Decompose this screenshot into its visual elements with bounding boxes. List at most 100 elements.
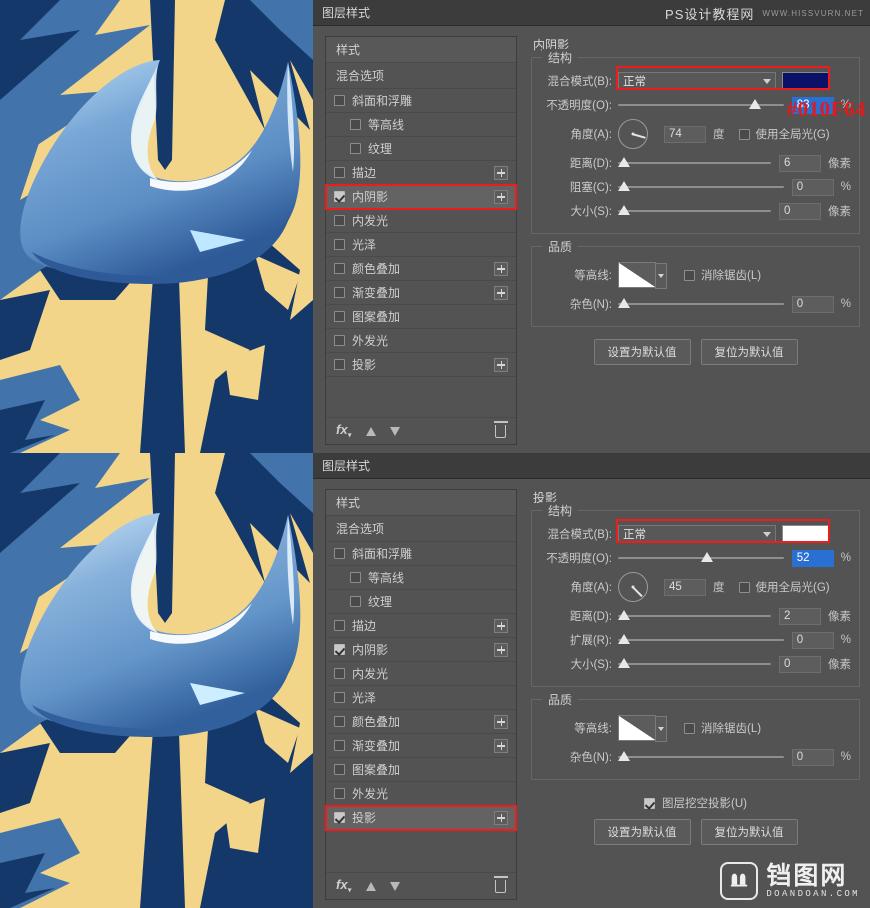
checkbox-pattern-overlay[interactable] [334, 311, 345, 322]
style-item-color-overlay[interactable]: 颜色叠加 [326, 257, 516, 281]
style-item-contour[interactable]: 等高线 [326, 113, 516, 137]
slider-thumb[interactable] [618, 157, 630, 167]
checkbox-texture[interactable] [350, 143, 361, 154]
style-item-texture[interactable]: 纹理 [326, 137, 516, 161]
style-item-satin[interactable]: 光泽 [326, 686, 516, 710]
style-item-drop-shadow[interactable]: 投影 [325, 805, 517, 831]
slider-thumb[interactable] [618, 205, 630, 215]
checkbox-satin[interactable] [334, 692, 345, 703]
slider-thumb[interactable] [700, 552, 713, 562]
distance-slider[interactable] [618, 154, 771, 172]
slider-thumb[interactable] [618, 181, 630, 191]
add-icon[interactable] [494, 738, 508, 753]
style-item-stroke[interactable]: 描边 [326, 614, 516, 638]
style-item-inner-shadow[interactable]: 内阴影 [326, 638, 516, 662]
style-item-satin[interactable]: 光泽 [326, 233, 516, 257]
checkbox-pattern-overlay[interactable] [334, 764, 345, 775]
add-icon[interactable] [494, 189, 508, 204]
add-icon[interactable] [494, 285, 508, 300]
checkbox-satin[interactable] [334, 239, 345, 250]
fx-icon[interactable]: fx▾ [336, 877, 352, 895]
style-item-gradient-overlay[interactable]: 渐变叠加 [326, 281, 516, 305]
opacity-slider[interactable] [618, 96, 784, 114]
shadow-color-swatch[interactable] [782, 525, 830, 543]
use-global-light-row[interactable]: 使用全局光(G) [738, 579, 830, 595]
noise-slider[interactable] [618, 748, 784, 766]
move-up-icon[interactable] [365, 426, 376, 436]
noise-input[interactable]: 0 [791, 295, 834, 313]
style-item-inner-glow[interactable]: 内发光 [326, 209, 516, 233]
checkbox-drop-shadow[interactable] [334, 359, 345, 370]
checkbox-inner-glow[interactable] [334, 215, 345, 226]
checkbox-bevel-emboss[interactable] [334, 95, 345, 106]
checkbox-gradient-overlay[interactable] [334, 287, 345, 298]
size-slider[interactable] [618, 655, 771, 673]
slider-thumb[interactable] [618, 658, 630, 668]
checkbox-stroke[interactable] [334, 620, 345, 631]
shadow-color-swatch[interactable] [782, 72, 830, 90]
style-item-drop-shadow[interactable]: 投影 [326, 353, 516, 377]
distance-input[interactable]: 2 [779, 607, 821, 625]
checkbox-inner-glow[interactable] [334, 668, 345, 679]
move-down-icon[interactable] [389, 881, 400, 891]
contour-dropdown-button[interactable] [655, 263, 667, 289]
contour-dropdown-button[interactable] [655, 716, 667, 742]
style-item-inner-glow[interactable]: 内发光 [326, 662, 516, 686]
set-default-button[interactable]: 设置为默认值 [593, 819, 691, 845]
checkbox-layer-knocks-out-drop-shadow[interactable] [644, 797, 656, 809]
checkbox-contour[interactable] [350, 572, 361, 583]
size-input[interactable]: 0 [779, 655, 821, 673]
fx-icon[interactable]: fx▾ [336, 422, 352, 440]
checkbox-use-global-light[interactable] [738, 128, 750, 140]
set-default-button[interactable]: 设置为默认值 [593, 339, 691, 365]
reset-default-button[interactable]: 复位为默认值 [700, 819, 798, 845]
blending-options-item[interactable]: 混合选项 [326, 516, 516, 542]
angle-input[interactable]: 74 [664, 125, 706, 143]
slider-thumb[interactable] [618, 610, 630, 620]
distance-slider[interactable] [618, 607, 771, 625]
style-item-texture[interactable]: 纹理 [326, 590, 516, 614]
add-icon[interactable] [494, 810, 508, 825]
style-item-pattern-overlay[interactable]: 图案叠加 [326, 758, 516, 782]
antialias-row[interactable]: 消除锯齿(L) [684, 720, 761, 736]
style-item-color-overlay[interactable]: 颜色叠加 [326, 710, 516, 734]
checkbox-contour[interactable] [350, 119, 361, 130]
style-item-outer-glow[interactable]: 外发光 [326, 329, 516, 353]
add-icon[interactable] [494, 357, 508, 372]
checkbox-bevel-emboss[interactable] [334, 548, 345, 559]
opacity-input[interactable]: 52 [791, 549, 834, 567]
distance-input[interactable]: 6 [779, 154, 821, 172]
checkbox-gradient-overlay[interactable] [334, 740, 345, 751]
blend-mode-select[interactable]: 正常 [618, 72, 776, 90]
blend-mode-select[interactable]: 正常 [618, 525, 776, 543]
checkbox-stroke[interactable] [334, 167, 345, 178]
use-global-light-row[interactable]: 使用全局光(G) [738, 126, 830, 142]
checkbox-color-overlay[interactable] [334, 716, 345, 727]
add-icon[interactable] [494, 642, 508, 657]
style-item-inner-shadow[interactable]: 内阴影 [325, 184, 517, 210]
spread-input[interactable]: 0 [791, 631, 834, 649]
contour-preset-picker[interactable] [618, 262, 667, 289]
checkbox-color-overlay[interactable] [334, 263, 345, 274]
blending-options-item[interactable]: 混合选项 [326, 63, 516, 89]
knockout-row[interactable]: 图层挖空投影(U) [531, 792, 860, 814]
noise-slider[interactable] [618, 295, 784, 313]
checkbox-antialias[interactable] [684, 269, 695, 281]
checkbox-use-global-light[interactable] [738, 581, 750, 593]
checkbox-antialias[interactable] [684, 722, 695, 734]
checkbox-outer-glow[interactable] [334, 335, 345, 346]
delete-icon[interactable] [493, 420, 508, 438]
checkbox-inner-shadow[interactable] [334, 644, 345, 655]
checkbox-drop-shadow[interactable] [334, 812, 345, 823]
style-item-gradient-overlay[interactable]: 渐变叠加 [326, 734, 516, 758]
add-icon[interactable] [494, 618, 508, 633]
add-icon[interactable] [494, 261, 508, 276]
choke-slider[interactable] [618, 178, 784, 196]
contour-preset-picker[interactable] [618, 715, 667, 742]
reset-default-button[interactable]: 复位为默认值 [700, 339, 798, 365]
checkbox-outer-glow[interactable] [334, 788, 345, 799]
slider-thumb[interactable] [618, 634, 630, 644]
noise-input[interactable]: 0 [791, 748, 834, 766]
style-item-contour[interactable]: 等高线 [326, 566, 516, 590]
style-item-outer-glow[interactable]: 外发光 [326, 782, 516, 806]
